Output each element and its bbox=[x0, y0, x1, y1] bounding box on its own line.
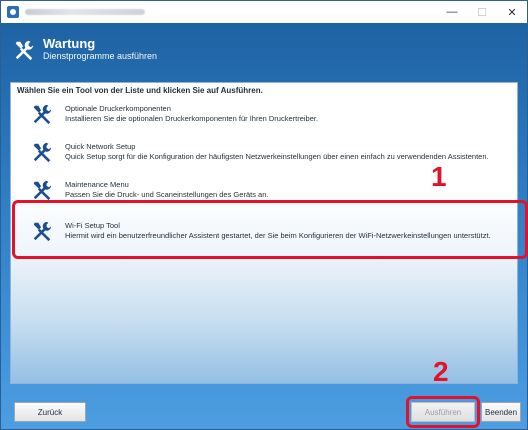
maintenance-window: — ☐ ✕ Wartung Dienstprogramme ausführen … bbox=[0, 0, 528, 430]
tools-icon bbox=[15, 40, 34, 60]
tools-icon bbox=[33, 142, 52, 163]
window-controls: — ☐ ✕ bbox=[437, 1, 527, 23]
back-button[interactable]: Zurück bbox=[14, 402, 86, 422]
callout-number-1: 1 bbox=[431, 161, 447, 192]
wifi-tool-highlight-frame bbox=[12, 200, 528, 259]
exit-button[interactable]: Beenden bbox=[481, 402, 521, 422]
minimize-button[interactable]: — bbox=[437, 1, 467, 23]
tool-name: Maintenance Menu bbox=[65, 180, 129, 189]
tool-name: Quick Network Setup bbox=[65, 142, 136, 151]
header: Wartung Dienstprogramme ausführen bbox=[13, 37, 157, 62]
page-title: Wartung bbox=[43, 36, 96, 51]
app-icon bbox=[7, 6, 19, 18]
tool-description: Passen Sie die Druck- und Scaneinstellun… bbox=[65, 190, 269, 199]
close-button[interactable]: ✕ bbox=[497, 1, 527, 23]
callout-number-2: 2 bbox=[433, 356, 449, 387]
instruction-text: Wählen Sie ein Tool von der Liste und kl… bbox=[17, 86, 263, 95]
blurred-window-title bbox=[25, 9, 145, 15]
maximize-button[interactable]: ☐ bbox=[467, 1, 497, 23]
title-bar: — ☐ ✕ bbox=[1, 1, 527, 23]
tool-item-optional-components[interactable]: Optionale Druckerkomponenten Installiere… bbox=[15, 97, 513, 131]
page-subtitle: Dienstprogramme ausführen bbox=[43, 51, 158, 61]
tool-description: Quick Setup sorgt für die Konfiguration … bbox=[65, 152, 489, 161]
tool-description: Installieren Sie die optionalen Druckerk… bbox=[65, 114, 319, 123]
tool-name: Optionale Druckerkomponenten bbox=[65, 104, 171, 113]
run-button[interactable]: Ausführen bbox=[411, 402, 475, 422]
tools-icon bbox=[33, 104, 52, 125]
tools-icon bbox=[33, 180, 52, 201]
